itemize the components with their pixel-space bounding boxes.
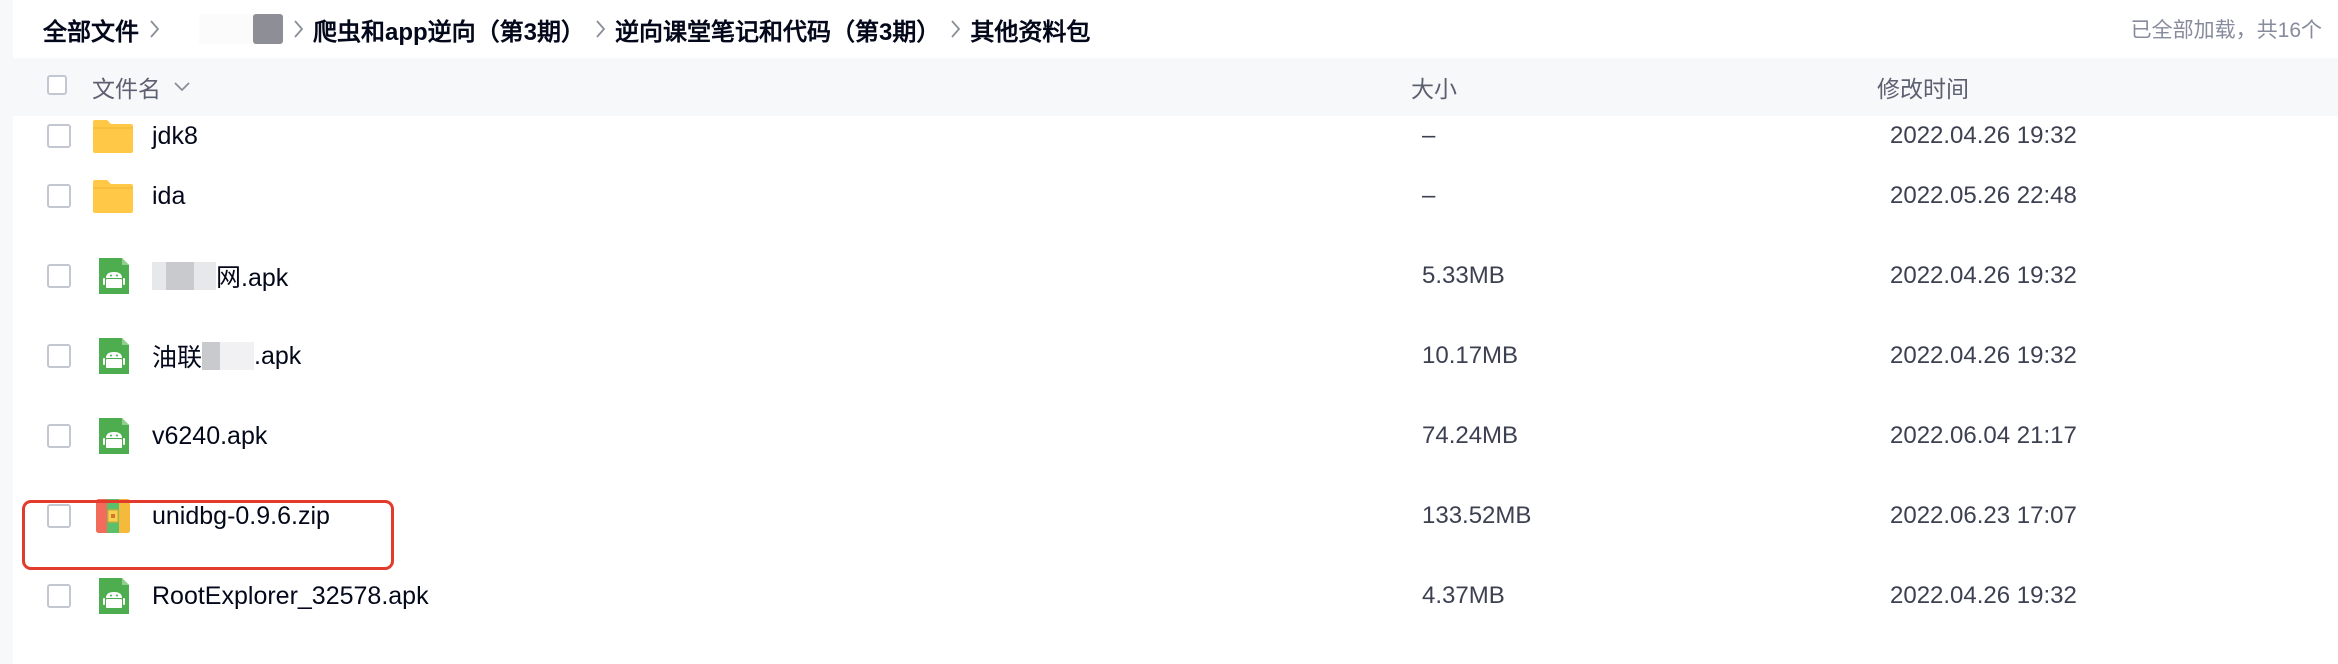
file-size: 4.37MB bbox=[1422, 582, 1505, 609]
blurred-breadcrumb-item bbox=[199, 14, 257, 44]
blurred-text bbox=[194, 262, 216, 290]
column-header-name[interactable]: 文件名 bbox=[92, 58, 191, 116]
file-name[interactable]: 油联 .apk bbox=[152, 316, 301, 396]
file-size: 133.52MB bbox=[1422, 502, 1532, 529]
left-edge-strip bbox=[0, 0, 13, 664]
file-size: – bbox=[1422, 122, 1436, 149]
column-header-size[interactable]: 大小 bbox=[1411, 58, 1457, 116]
row-checkbox[interactable] bbox=[47, 184, 71, 208]
blurred-text bbox=[202, 342, 221, 370]
column-header-modified[interactable]: 修改时间 bbox=[1877, 58, 1969, 116]
blurred-breadcrumb-item bbox=[253, 14, 283, 44]
breadcrumb: 全部文件 爬虫和app逆向（第3期） 逆向课堂笔记和代码（第3期） 其他资料包 bbox=[43, 0, 2338, 58]
table-row[interactable]: ida – 2022.05.26 22:48 bbox=[13, 156, 2338, 236]
file-modified: 2022.04.26 19:32 bbox=[1890, 342, 2077, 369]
table-row[interactable]: 网.apk 5.33MB 2022.04.26 19:32 bbox=[13, 236, 2338, 316]
table-header: 文件名 大小 修改时间 bbox=[13, 58, 2338, 116]
file-size: 5.33MB bbox=[1422, 262, 1505, 289]
row-checkbox[interactable] bbox=[47, 424, 71, 448]
row-checkbox[interactable] bbox=[47, 264, 71, 288]
file-modified: 2022.06.23 17:07 bbox=[1890, 502, 2077, 529]
blurred-text bbox=[152, 262, 166, 290]
file-name-suffix: 网.apk bbox=[216, 264, 289, 292]
chevron-right-icon bbox=[149, 19, 160, 39]
blurred-filename bbox=[202, 342, 255, 370]
file-size: 10.17MB bbox=[1422, 342, 1519, 369]
file-modified: 2022.04.26 19:32 bbox=[1890, 582, 2077, 609]
breadcrumb-current: 其他资料包 bbox=[970, 18, 1091, 46]
file-size: 74.24MB bbox=[1422, 422, 1519, 449]
column-header-name-label: 文件名 bbox=[92, 76, 161, 102]
row-checkbox[interactable] bbox=[47, 344, 71, 368]
blurred-text bbox=[220, 342, 255, 370]
row-checkbox[interactable] bbox=[47, 584, 71, 608]
file-size: – bbox=[1422, 182, 1436, 209]
file-modified: 2022.05.26 22:48 bbox=[1890, 182, 2077, 209]
file-modified: 2022.04.26 19:32 bbox=[1890, 122, 2077, 149]
file-name[interactable]: 网.apk bbox=[152, 236, 288, 316]
blurred-text bbox=[166, 262, 194, 290]
file-name[interactable]: v6240.apk bbox=[152, 396, 267, 476]
breadcrumb-root[interactable]: 全部文件 bbox=[43, 12, 139, 47]
highlight-annotation-box bbox=[22, 500, 394, 570]
android-apk-icon bbox=[99, 258, 129, 294]
file-name-prefix: 油联 bbox=[152, 344, 203, 372]
table-row[interactable]: jdk8 – 2022.04.26 19:32 bbox=[13, 116, 2338, 156]
breadcrumb-item[interactable]: 爬虫和app逆向（第3期） bbox=[313, 12, 585, 47]
android-apk-icon bbox=[99, 578, 129, 614]
row-checkbox[interactable] bbox=[47, 124, 71, 148]
file-modified: 2022.06.04 21:17 bbox=[1890, 422, 2077, 449]
file-modified: 2022.04.26 19:32 bbox=[1890, 262, 2077, 289]
android-apk-icon bbox=[99, 338, 129, 374]
folder-icon bbox=[93, 120, 133, 153]
table-row[interactable]: v6240.apk 74.24MB 2022.06.04 21:17 bbox=[13, 396, 2338, 476]
breadcrumb-item[interactable]: 逆向课堂笔记和代码（第3期） bbox=[615, 12, 940, 47]
file-name[interactable]: jdk8 bbox=[152, 116, 198, 156]
select-all-checkbox[interactable] bbox=[47, 75, 67, 95]
chevron-right-icon bbox=[595, 19, 606, 39]
chevron-right-icon bbox=[950, 19, 961, 39]
chevron-right-icon bbox=[293, 19, 304, 39]
folder-icon bbox=[93, 180, 133, 213]
file-name[interactable]: ida bbox=[152, 156, 185, 236]
file-name-suffix: .apk bbox=[254, 341, 302, 370]
android-apk-icon bbox=[99, 418, 129, 454]
chevron-down-icon bbox=[174, 82, 190, 92]
load-status-text: 已全部加载，共16个 bbox=[2130, 19, 2322, 42]
table-row[interactable]: 油联 .apk 10.17MB 2022.04.26 19:32 bbox=[13, 316, 2338, 396]
blurred-filename bbox=[152, 262, 216, 290]
